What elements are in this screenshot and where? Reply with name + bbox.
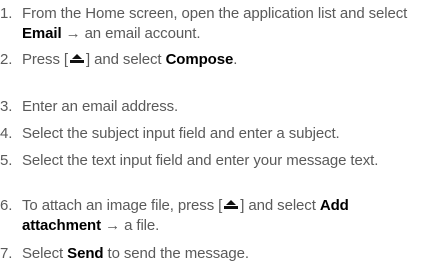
step-number: 6. xyxy=(0,197,13,214)
step-text: Select Send to send the message. xyxy=(22,244,422,264)
text-run: to send the message. xyxy=(103,245,250,262)
text-run: From the Home screen, open the applicati… xyxy=(22,5,408,22)
step-number: 3. xyxy=(0,98,13,115)
menu-key-icon xyxy=(68,51,86,65)
instructions-page: 1. From the Home screen, open the applica… xyxy=(0,0,442,275)
text-run: To attach an image file, press [ xyxy=(22,197,223,214)
text-run: ] and select xyxy=(240,197,320,214)
menu-key-icon xyxy=(222,197,240,211)
text-run: → an email account. xyxy=(61,25,201,42)
step-item: 3. Enter an email address. xyxy=(0,97,422,117)
step-number: 7. xyxy=(0,245,13,262)
step-number: 2. xyxy=(0,51,13,68)
text-run: ] and select xyxy=(85,51,166,68)
text-run: → a file. xyxy=(101,217,160,234)
step-item: 2. Press [ ] and select Compose. xyxy=(0,50,422,70)
step-item: 1. From the Home screen, open the applica… xyxy=(0,4,422,44)
step-item: 7. Select Send to send the message. xyxy=(0,244,422,264)
bold-term: Compose xyxy=(165,51,234,68)
step-item: 6. To attach an image file, press [ ] and … xyxy=(0,196,422,236)
step-text: Press [ ] and select Compose. xyxy=(22,50,422,70)
text-run: Enter an email address. xyxy=(22,98,179,115)
step-number: 1. xyxy=(0,5,13,22)
text-run: Select the subject input field and enter… xyxy=(22,125,340,142)
bold-term: Send xyxy=(67,245,104,262)
bold-term: Email xyxy=(22,25,62,42)
step-item: 4. Select the subject input field and ent… xyxy=(0,124,422,144)
step-text: Enter an email address. xyxy=(22,97,422,117)
step-text: Select the subject input field and enter… xyxy=(22,124,422,144)
step-number: 4. xyxy=(0,125,13,142)
step-text: From the Home screen, open the applicati… xyxy=(22,4,422,44)
step-number: 5. xyxy=(0,152,13,169)
text-run: Press [ xyxy=(22,51,68,68)
step-text: To attach an image file, press [ ] and se… xyxy=(22,196,422,236)
text-run: . xyxy=(233,51,238,68)
step-text: Select the text input field and enter yo… xyxy=(22,151,422,171)
text-run: Select xyxy=(22,245,68,262)
step-item: 5. Select the text input field and enter … xyxy=(0,151,422,171)
text-run: Select the text input field and enter yo… xyxy=(22,152,379,169)
